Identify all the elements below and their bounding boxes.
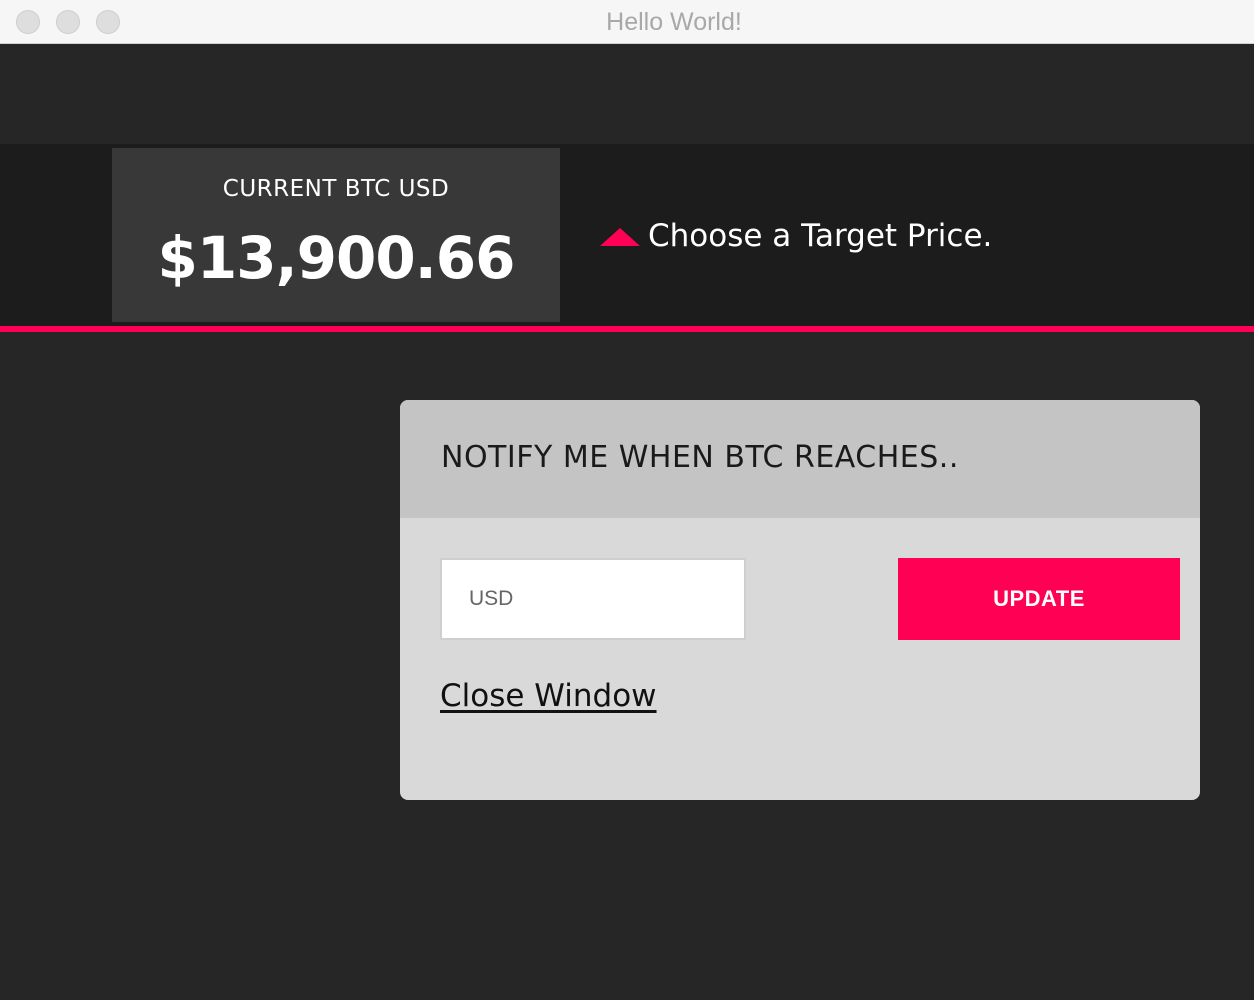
notify-card: NOTIFY ME WHEN BTC REACHES.. UPDATE Clos… xyxy=(400,400,1200,800)
update-button[interactable]: UPDATE xyxy=(898,558,1180,640)
target-hint: Choose a Target Price. xyxy=(600,214,992,258)
current-price-value: $13,900.66 xyxy=(157,224,516,292)
current-price-panel: CURRENT BTC USD $13,900.66 xyxy=(112,148,560,322)
accent-divider xyxy=(0,326,1254,332)
close-window-link[interactable]: Close Window xyxy=(440,678,657,714)
notify-card-title: NOTIFY ME WHEN BTC REACHES.. xyxy=(441,440,959,475)
notify-card-header: NOTIFY ME WHEN BTC REACHES.. xyxy=(400,400,1200,518)
target-hint-text: Choose a Target Price. xyxy=(648,218,993,254)
current-price-label: CURRENT BTC USD xyxy=(222,176,450,202)
target-price-input[interactable] xyxy=(440,558,746,640)
triangle-up-icon xyxy=(600,228,640,246)
title-bar: Hello World! xyxy=(0,0,1254,44)
window-title: Hello World! xyxy=(606,8,742,36)
app-window: Hello World! CURRENT BTC USD $13,900.66 … xyxy=(0,0,1254,1000)
